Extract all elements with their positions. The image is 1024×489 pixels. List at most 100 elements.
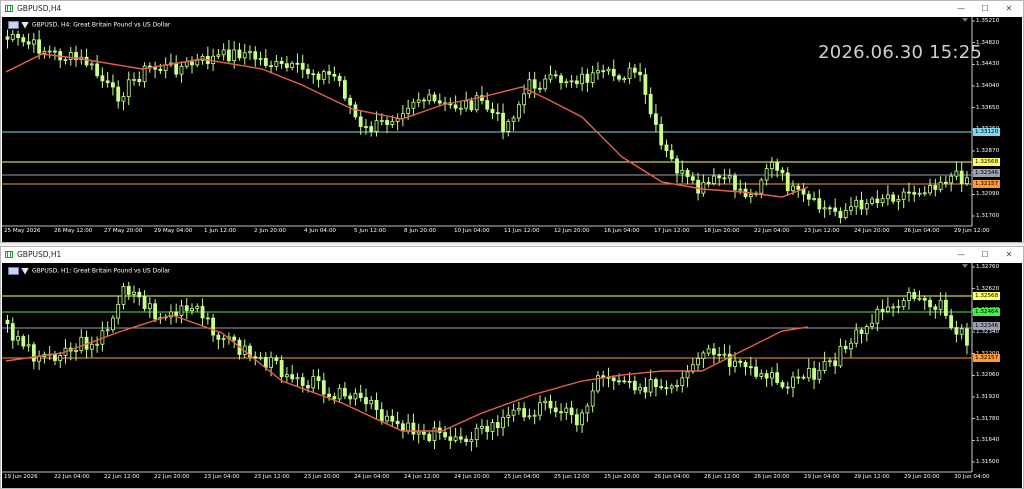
candle-body	[748, 366, 753, 369]
candle-body	[622, 380, 627, 383]
time-tick-label: 29 May 04:00	[154, 228, 193, 234]
candle-body	[870, 198, 874, 204]
candle-body	[838, 345, 843, 367]
candle-body	[437, 427, 442, 433]
candle-body	[63, 58, 68, 61]
candle-body	[5, 36, 10, 40]
candle-body	[511, 409, 516, 416]
candle-body	[332, 396, 337, 400]
candle-body	[574, 414, 579, 426]
candle-body	[132, 291, 136, 295]
candle-body	[643, 386, 648, 393]
candle-body	[89, 63, 94, 66]
candle-body	[327, 393, 331, 397]
candle-body	[712, 175, 716, 184]
time-tick-label: 2 Jun 20:00	[254, 228, 286, 234]
candle-body	[543, 400, 548, 404]
maximize-button[interactable]: ☐	[973, 247, 997, 263]
price-chart-h1[interactable]: GBPUSD, H1: Great Britain Pound vs US Do…	[2, 263, 1022, 488]
candle-body	[311, 376, 316, 389]
candle-body	[590, 72, 595, 83]
candle-body	[121, 285, 126, 305]
time-tick-label: 10 Jun 04:00	[454, 228, 490, 234]
candle-body	[53, 50, 57, 53]
minimize-button[interactable]: —	[949, 1, 973, 17]
time-tick-label: 18 Jun 20:00	[704, 228, 740, 234]
title-bar-h1[interactable]: GBPUSD,H1 — ☐ ✕	[1, 247, 1023, 263]
candle-body	[706, 348, 711, 354]
price-tick-label: 1.31500	[976, 459, 1000, 465]
candle-body	[474, 427, 479, 441]
candle-body	[227, 49, 231, 62]
candle-body	[274, 357, 279, 361]
candle-body	[622, 78, 627, 81]
time-tick-label: 25 Jun 20:00	[604, 474, 640, 480]
candle-body	[659, 386, 664, 389]
candle-body	[680, 169, 685, 174]
time-tick-label: 23 Jun 20:00	[304, 474, 340, 480]
candle-body	[527, 415, 532, 418]
candle-body	[933, 185, 938, 190]
candle-body	[643, 74, 648, 95]
price-tick-label: 1.32760	[976, 264, 1000, 270]
candle-body	[759, 373, 764, 377]
candle-body	[917, 192, 922, 195]
candle-body	[353, 392, 358, 400]
candle-body	[406, 422, 411, 432]
candle-body	[738, 188, 743, 191]
maximize-button[interactable]: ☐	[973, 1, 997, 17]
candle-body	[901, 191, 906, 200]
candle-body	[263, 58, 268, 67]
minimize-button[interactable]: —	[949, 247, 973, 263]
candle-body	[21, 336, 26, 347]
time-tick-label: 26 Jun 12:00	[704, 474, 740, 480]
candle-body	[232, 336, 237, 341]
title-bar-h4[interactable]: GBPUSD,H4 — ☐ ✕	[1, 1, 1023, 17]
candle-body	[569, 80, 574, 83]
candle-body	[290, 374, 295, 380]
candle-body	[358, 392, 363, 398]
candle-body	[453, 436, 458, 441]
candle-body	[237, 49, 242, 59]
price-tick-label: 1.32060	[976, 372, 1000, 379]
chart-window-h4[interactable]: GBPUSD,H4 — ☐ ✕ GBPUSD, H4: Great Britai…	[0, 0, 1024, 243]
candle-body	[295, 377, 300, 380]
us-flag-icon	[21, 267, 29, 275]
candle-body	[501, 112, 505, 132]
candle-body	[306, 68, 310, 75]
candle-body	[949, 175, 954, 184]
candle-body	[548, 400, 553, 409]
candle-body	[516, 104, 521, 119]
candle-body	[717, 175, 722, 179]
candle-body	[458, 436, 463, 440]
candle-body	[627, 67, 632, 80]
candle-body	[242, 52, 247, 59]
candle-body	[258, 58, 263, 60]
chart-window-h1[interactable]: GBPUSD,H1 — ☐ ✕ GBPUSD, H1: Great Britai…	[0, 246, 1024, 489]
close-button[interactable]: ✕	[997, 1, 1021, 17]
time-tick-label: 25 May 2026	[4, 228, 41, 234]
candle-body	[31, 344, 36, 362]
price-chart-h4[interactable]: GBPUSD, H4: Great Britain Pound vs US Do…	[2, 17, 1022, 242]
candle-body	[448, 436, 453, 441]
candle-body	[875, 198, 880, 204]
time-tick-label: 29 Jun 12:00	[854, 474, 890, 480]
time-tick-label: 26 Jun 04:00	[904, 228, 940, 234]
price-level-tag: 1.33120	[973, 128, 1001, 136]
candle-body	[221, 49, 226, 56]
price-tick-label: 1.34040	[976, 83, 1000, 89]
candle-body	[822, 361, 827, 371]
candle-body	[464, 438, 469, 442]
candle-body	[385, 119, 389, 125]
close-button[interactable]: ✕	[997, 247, 1021, 263]
time-tick-label: 24 Jun 12:00	[404, 474, 440, 480]
candle-body	[348, 395, 353, 400]
candle-body	[364, 126, 368, 128]
candle-body	[501, 416, 505, 429]
candle-body	[611, 68, 616, 77]
candle-body	[153, 67, 158, 70]
candle-body	[648, 94, 653, 115]
candle-body	[453, 104, 458, 109]
candle-body	[796, 185, 801, 190]
candle-body	[37, 356, 42, 362]
